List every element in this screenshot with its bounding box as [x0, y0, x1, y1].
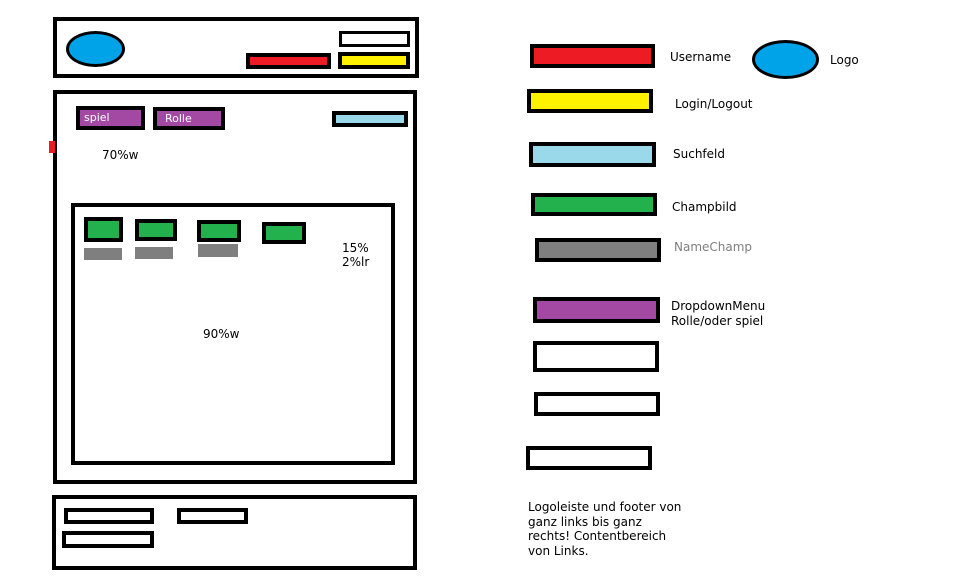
- champ-image-4[interactable]: [262, 222, 306, 244]
- content-left-marker: [49, 141, 55, 153]
- note-line-1: Logoleiste und footer von: [528, 500, 682, 514]
- legend-swatch-champbild: [531, 193, 657, 216]
- champ-image-2[interactable]: [135, 219, 177, 241]
- legend-logo-icon: [752, 40, 819, 79]
- champ-image-3[interactable]: [197, 220, 241, 242]
- login-logout-bar[interactable]: [338, 52, 410, 69]
- legend-swatch-login-logout: [527, 89, 653, 113]
- footer-link-2[interactable]: [177, 508, 248, 524]
- legend-label-suchfeld: Suchfeld: [673, 147, 725, 161]
- champ-name-1: [84, 248, 122, 260]
- dropdown-rolle[interactable]: Rolle: [153, 107, 225, 130]
- legend-swatch-empty-2: [534, 392, 660, 416]
- note-line-3: rechts! Contentbereich: [528, 529, 667, 543]
- legend-swatch-suchfeld: [529, 142, 656, 167]
- dropdown-rolle-label: Rolle: [165, 112, 192, 125]
- legend-label-login-logout: Login/Logout: [675, 97, 753, 111]
- margin-label-line2: 2%lr: [342, 255, 370, 269]
- legend-swatch-namechamp: [535, 238, 661, 262]
- margin-label-line1: 15%: [342, 241, 369, 255]
- header-empty-bar: [339, 31, 410, 47]
- legend-label-logo: Logo: [830, 53, 859, 67]
- note-line-4: von Links.: [528, 544, 589, 558]
- legend-label-dropdown-line1: DropdownMenu: [671, 299, 766, 313]
- username-bar[interactable]: [246, 53, 331, 69]
- champ-image-1[interactable]: [84, 217, 123, 242]
- note-line-2: ganz links bis ganz: [528, 515, 642, 529]
- legend-swatch-dropdown: [533, 297, 660, 323]
- footer-link-3[interactable]: [62, 531, 154, 548]
- legend-swatch-empty-3: [526, 446, 652, 470]
- champ-name-3: [198, 244, 238, 257]
- dropdown-spiel-label: spiel: [84, 111, 110, 124]
- dropdown-spiel[interactable]: spiel: [76, 106, 145, 130]
- search-bar[interactable]: [332, 111, 408, 127]
- champ-name-2: [135, 247, 173, 259]
- footer-link-1[interactable]: [64, 508, 154, 524]
- legend-swatch-empty-1: [533, 341, 659, 372]
- legend-label-dropdown-line2: Rolle/oder spiel: [671, 314, 764, 328]
- width-label-outer: 70%w: [102, 148, 139, 162]
- logo-icon[interactable]: [66, 31, 125, 67]
- legend-label-champbild: Champbild: [672, 200, 737, 214]
- width-label-inner: 90%w: [203, 327, 240, 341]
- legend-label-username: Username: [670, 50, 732, 64]
- legend-swatch-username: [530, 44, 655, 68]
- legend-label-namechamp: NameChamp: [674, 240, 753, 254]
